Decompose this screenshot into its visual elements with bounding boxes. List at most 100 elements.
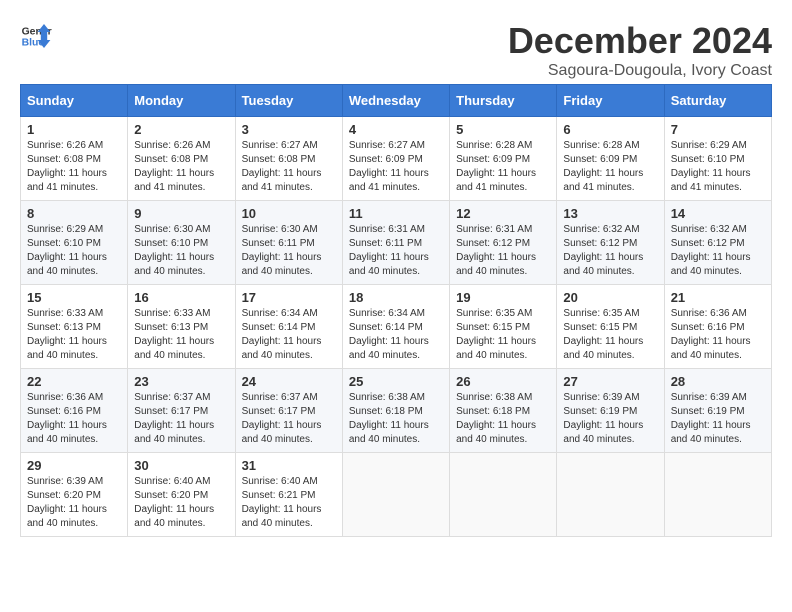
page-header: General Blue December 2024 Sagoura-Dougo…: [20, 20, 772, 80]
calendar-cell: 18 Sunrise: 6:34 AM Sunset: 6:14 PM Dayl…: [342, 285, 449, 369]
cell-content: Sunrise: 6:34 AM Sunset: 6:14 PM Dayligh…: [349, 307, 443, 363]
day-number: 9: [134, 206, 228, 221]
calendar-cell: 27 Sunrise: 6:39 AM Sunset: 6:19 PM Dayl…: [557, 369, 664, 453]
day-number: 31: [242, 458, 336, 473]
calendar-week-row: 15 Sunrise: 6:33 AM Sunset: 6:13 PM Dayl…: [21, 285, 772, 369]
calendar-day-header: Friday: [557, 85, 664, 117]
day-number: 19: [456, 290, 550, 305]
calendar-header-row: SundayMondayTuesdayWednesdayThursdayFrid…: [21, 85, 772, 117]
day-number: 29: [27, 458, 121, 473]
calendar-cell: 23 Sunrise: 6:37 AM Sunset: 6:17 PM Dayl…: [128, 369, 235, 453]
logo-icon: General Blue: [20, 20, 52, 52]
cell-content: Sunrise: 6:37 AM Sunset: 6:17 PM Dayligh…: [134, 391, 228, 447]
calendar-week-row: 22 Sunrise: 6:36 AM Sunset: 6:16 PM Dayl…: [21, 369, 772, 453]
calendar-cell: 31 Sunrise: 6:40 AM Sunset: 6:21 PM Dayl…: [235, 453, 342, 537]
day-number: 10: [242, 206, 336, 221]
calendar-day-header: Thursday: [450, 85, 557, 117]
calendar-day-header: Wednesday: [342, 85, 449, 117]
cell-content: Sunrise: 6:39 AM Sunset: 6:19 PM Dayligh…: [671, 391, 765, 447]
cell-content: Sunrise: 6:39 AM Sunset: 6:19 PM Dayligh…: [563, 391, 657, 447]
calendar-day-header: Saturday: [664, 85, 771, 117]
cell-content: Sunrise: 6:38 AM Sunset: 6:18 PM Dayligh…: [349, 391, 443, 447]
calendar-week-row: 29 Sunrise: 6:39 AM Sunset: 6:20 PM Dayl…: [21, 453, 772, 537]
cell-content: Sunrise: 6:35 AM Sunset: 6:15 PM Dayligh…: [456, 307, 550, 363]
day-number: 4: [349, 122, 443, 137]
cell-content: Sunrise: 6:38 AM Sunset: 6:18 PM Dayligh…: [456, 391, 550, 447]
day-number: 21: [671, 290, 765, 305]
cell-content: Sunrise: 6:28 AM Sunset: 6:09 PM Dayligh…: [563, 139, 657, 195]
calendar-cell: 21 Sunrise: 6:36 AM Sunset: 6:16 PM Dayl…: [664, 285, 771, 369]
calendar-week-row: 1 Sunrise: 6:26 AM Sunset: 6:08 PM Dayli…: [21, 117, 772, 201]
day-number: 28: [671, 374, 765, 389]
logo: General Blue: [20, 20, 52, 52]
calendar-day-header: Tuesday: [235, 85, 342, 117]
day-number: 8: [27, 206, 121, 221]
cell-content: Sunrise: 6:32 AM Sunset: 6:12 PM Dayligh…: [563, 223, 657, 279]
calendar-cell: 14 Sunrise: 6:32 AM Sunset: 6:12 PM Dayl…: [664, 201, 771, 285]
month-title: December 2024: [508, 20, 772, 62]
day-number: 27: [563, 374, 657, 389]
calendar-cell: 9 Sunrise: 6:30 AM Sunset: 6:10 PM Dayli…: [128, 201, 235, 285]
calendar-cell: 26 Sunrise: 6:38 AM Sunset: 6:18 PM Dayl…: [450, 369, 557, 453]
calendar-cell: 10 Sunrise: 6:30 AM Sunset: 6:11 PM Dayl…: [235, 201, 342, 285]
cell-content: Sunrise: 6:31 AM Sunset: 6:11 PM Dayligh…: [349, 223, 443, 279]
day-number: 18: [349, 290, 443, 305]
cell-content: Sunrise: 6:30 AM Sunset: 6:11 PM Dayligh…: [242, 223, 336, 279]
calendar-cell: 4 Sunrise: 6:27 AM Sunset: 6:09 PM Dayli…: [342, 117, 449, 201]
day-number: 13: [563, 206, 657, 221]
calendar-cell: 15 Sunrise: 6:33 AM Sunset: 6:13 PM Dayl…: [21, 285, 128, 369]
calendar-cell: 8 Sunrise: 6:29 AM Sunset: 6:10 PM Dayli…: [21, 201, 128, 285]
cell-content: Sunrise: 6:33 AM Sunset: 6:13 PM Dayligh…: [134, 307, 228, 363]
calendar-cell: 6 Sunrise: 6:28 AM Sunset: 6:09 PM Dayli…: [557, 117, 664, 201]
day-number: 17: [242, 290, 336, 305]
cell-content: Sunrise: 6:35 AM Sunset: 6:15 PM Dayligh…: [563, 307, 657, 363]
calendar-cell: 3 Sunrise: 6:27 AM Sunset: 6:08 PM Dayli…: [235, 117, 342, 201]
day-number: 22: [27, 374, 121, 389]
calendar-cell: [450, 453, 557, 537]
calendar-cell: 30 Sunrise: 6:40 AM Sunset: 6:20 PM Dayl…: [128, 453, 235, 537]
calendar-cell: 13 Sunrise: 6:32 AM Sunset: 6:12 PM Dayl…: [557, 201, 664, 285]
cell-content: Sunrise: 6:28 AM Sunset: 6:09 PM Dayligh…: [456, 139, 550, 195]
cell-content: Sunrise: 6:31 AM Sunset: 6:12 PM Dayligh…: [456, 223, 550, 279]
calendar-cell: 25 Sunrise: 6:38 AM Sunset: 6:18 PM Dayl…: [342, 369, 449, 453]
day-number: 25: [349, 374, 443, 389]
cell-content: Sunrise: 6:26 AM Sunset: 6:08 PM Dayligh…: [27, 139, 121, 195]
calendar-cell: 17 Sunrise: 6:34 AM Sunset: 6:14 PM Dayl…: [235, 285, 342, 369]
day-number: 23: [134, 374, 228, 389]
calendar-cell: 5 Sunrise: 6:28 AM Sunset: 6:09 PM Dayli…: [450, 117, 557, 201]
day-number: 6: [563, 122, 657, 137]
cell-content: Sunrise: 6:32 AM Sunset: 6:12 PM Dayligh…: [671, 223, 765, 279]
calendar-day-header: Monday: [128, 85, 235, 117]
day-number: 1: [27, 122, 121, 137]
calendar-cell: [664, 453, 771, 537]
calendar-table: SundayMondayTuesdayWednesdayThursdayFrid…: [20, 84, 772, 537]
cell-content: Sunrise: 6:40 AM Sunset: 6:20 PM Dayligh…: [134, 475, 228, 531]
calendar-cell: 12 Sunrise: 6:31 AM Sunset: 6:12 PM Dayl…: [450, 201, 557, 285]
cell-content: Sunrise: 6:27 AM Sunset: 6:08 PM Dayligh…: [242, 139, 336, 195]
calendar-cell: 7 Sunrise: 6:29 AM Sunset: 6:10 PM Dayli…: [664, 117, 771, 201]
calendar-cell: 28 Sunrise: 6:39 AM Sunset: 6:19 PM Dayl…: [664, 369, 771, 453]
cell-content: Sunrise: 6:29 AM Sunset: 6:10 PM Dayligh…: [671, 139, 765, 195]
calendar-cell: 24 Sunrise: 6:37 AM Sunset: 6:17 PM Dayl…: [235, 369, 342, 453]
calendar-cell: 1 Sunrise: 6:26 AM Sunset: 6:08 PM Dayli…: [21, 117, 128, 201]
cell-content: Sunrise: 6:30 AM Sunset: 6:10 PM Dayligh…: [134, 223, 228, 279]
calendar-cell: [342, 453, 449, 537]
calendar-cell: 29 Sunrise: 6:39 AM Sunset: 6:20 PM Dayl…: [21, 453, 128, 537]
cell-content: Sunrise: 6:40 AM Sunset: 6:21 PM Dayligh…: [242, 475, 336, 531]
title-section: December 2024 Sagoura-Dougoula, Ivory Co…: [508, 20, 772, 80]
calendar-cell: [557, 453, 664, 537]
day-number: 7: [671, 122, 765, 137]
day-number: 20: [563, 290, 657, 305]
day-number: 26: [456, 374, 550, 389]
calendar-cell: 19 Sunrise: 6:35 AM Sunset: 6:15 PM Dayl…: [450, 285, 557, 369]
calendar-day-header: Sunday: [21, 85, 128, 117]
cell-content: Sunrise: 6:34 AM Sunset: 6:14 PM Dayligh…: [242, 307, 336, 363]
location-subtitle: Sagoura-Dougoula, Ivory Coast: [508, 62, 772, 80]
day-number: 16: [134, 290, 228, 305]
calendar-cell: 2 Sunrise: 6:26 AM Sunset: 6:08 PM Dayli…: [128, 117, 235, 201]
cell-content: Sunrise: 6:36 AM Sunset: 6:16 PM Dayligh…: [671, 307, 765, 363]
day-number: 15: [27, 290, 121, 305]
day-number: 12: [456, 206, 550, 221]
day-number: 14: [671, 206, 765, 221]
cell-content: Sunrise: 6:37 AM Sunset: 6:17 PM Dayligh…: [242, 391, 336, 447]
